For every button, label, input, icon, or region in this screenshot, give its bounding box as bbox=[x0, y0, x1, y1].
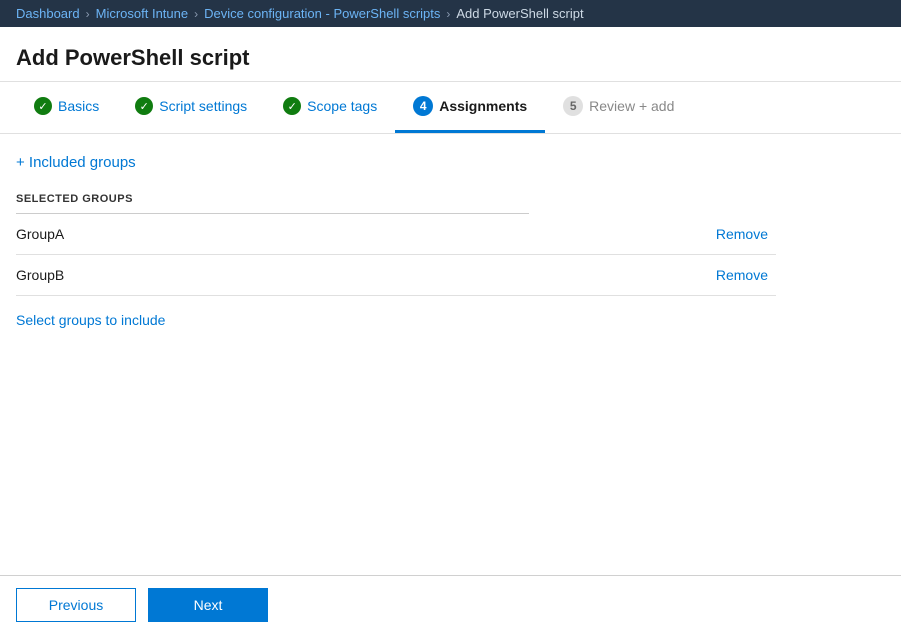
tab-script-settings-check-icon: ✓ bbox=[135, 97, 153, 115]
group-name-b: GroupB bbox=[16, 255, 529, 296]
previous-button[interactable]: Previous bbox=[16, 588, 136, 622]
tab-review-add-number: 5 bbox=[563, 96, 583, 116]
main-content: + Included groups SELECTED GROUPS GroupA… bbox=[0, 134, 901, 348]
page-title-area: Add PowerShell script bbox=[0, 27, 901, 82]
tab-assignments[interactable]: 4 Assignments bbox=[395, 82, 545, 133]
breadcrumb-intune[interactable]: Microsoft Intune bbox=[96, 6, 189, 21]
tab-script-settings[interactable]: ✓ Script settings bbox=[117, 83, 265, 132]
next-button[interactable]: Next bbox=[148, 588, 268, 622]
tab-basics-check-icon: ✓ bbox=[34, 97, 52, 115]
breadcrumb-sep-2: › bbox=[194, 7, 198, 21]
tab-scope-tags[interactable]: ✓ Scope tags bbox=[265, 83, 395, 132]
group-name-a: GroupA bbox=[16, 214, 529, 255]
table-row: GroupB Remove bbox=[16, 255, 776, 296]
remove-group-b-button[interactable]: Remove bbox=[529, 255, 776, 296]
tab-review-add[interactable]: 5 Review + add bbox=[545, 82, 692, 133]
table-row: GroupA Remove bbox=[16, 214, 776, 255]
tab-basics[interactable]: ✓ Basics bbox=[16, 83, 117, 132]
breadcrumb-sep-3: › bbox=[446, 7, 450, 21]
tab-basics-label: Basics bbox=[58, 98, 99, 114]
select-groups-link[interactable]: Select groups to include bbox=[16, 312, 165, 328]
breadcrumb-dashboard[interactable]: Dashboard bbox=[16, 6, 80, 21]
breadcrumb-sep-1: › bbox=[86, 7, 90, 21]
tab-assignments-label: Assignments bbox=[439, 98, 527, 114]
groups-table: SELECTED GROUPS GroupA Remove GroupB Rem… bbox=[16, 187, 776, 296]
remove-group-a-button[interactable]: Remove bbox=[529, 214, 776, 255]
tab-scope-tags-check-icon: ✓ bbox=[283, 97, 301, 115]
tab-scope-tags-label: Scope tags bbox=[307, 98, 377, 114]
included-groups-header[interactable]: + Included groups bbox=[16, 154, 885, 171]
breadcrumb-current: Add PowerShell script bbox=[456, 6, 583, 21]
page-title: Add PowerShell script bbox=[16, 45, 885, 71]
tab-assignments-number: 4 bbox=[413, 96, 433, 116]
selected-groups-column-header: SELECTED GROUPS bbox=[16, 187, 529, 214]
breadcrumb-bar: Dashboard › Microsoft Intune › Device co… bbox=[0, 0, 901, 27]
footer-area: Previous Next bbox=[0, 575, 901, 634]
tab-review-add-label: Review + add bbox=[589, 98, 674, 114]
tab-script-settings-label: Script settings bbox=[159, 98, 247, 114]
breadcrumb-device-config[interactable]: Device configuration - PowerShell script… bbox=[204, 6, 440, 21]
tabs-container: ✓ Basics ✓ Script settings ✓ Scope tags … bbox=[0, 82, 901, 134]
